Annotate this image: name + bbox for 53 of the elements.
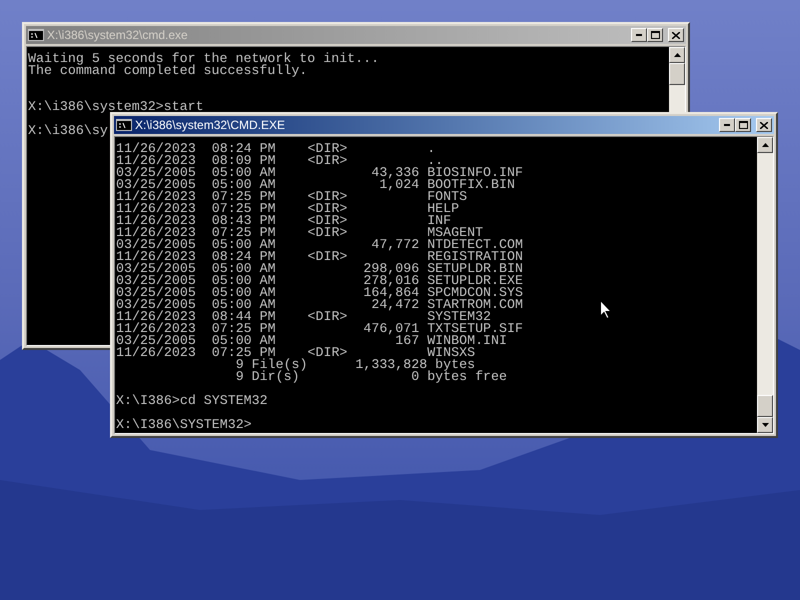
down-arrow-icon (762, 423, 768, 427)
minimize-button[interactable] (631, 28, 647, 42)
console-line: 03/25/2005 05:00 AM 24,472 STARTROM.COM (116, 299, 523, 311)
scroll-down-button[interactable] (757, 417, 773, 433)
minimize-icon (724, 124, 730, 126)
close-icon (760, 122, 768, 128)
maximize-icon (650, 31, 660, 39)
console-line: 9 Dir(s) 0 bytes free (234, 371, 507, 383)
console-line: 11/26/2023 08:44 PM <DIR> SYSTEM32 (116, 311, 492, 323)
close-button[interactable] (756, 118, 772, 132)
console-line: X:\I386>cd SYSTEM32 (116, 395, 268, 407)
minimize-icon (636, 34, 642, 36)
console-line: 11/26/2023 07:25 PM 476,071 TXTSETUP.SIF (116, 323, 523, 335)
console-line: 11/26/2023 07:25 PM <DIR> WINSXS (116, 347, 476, 359)
console-line: 03/25/2005 05:00 AM 298,096 SETUPLDR.BIN (116, 263, 523, 275)
console-line: 11/26/2023 08:24 PM <DIR> . (116, 143, 436, 155)
maximize-button[interactable] (735, 118, 751, 132)
console-icon (116, 119, 132, 131)
console-line: 03/25/2005 05:00 AM 43,336 BIOSINFO.INF (116, 167, 523, 179)
window-title: X:\i386\system32\cmd.exe (47, 28, 189, 42)
console-line: X:\I386\SYSTEM32> (116, 419, 252, 431)
console-line: 03/25/2005 05:00 AM 1,024 BOOTFIX.BIN (116, 179, 515, 191)
console-line: 11/26/2023 07:25 PM <DIR> MSAGENT (116, 227, 484, 239)
maximize-icon (738, 121, 748, 129)
scroll-thumb[interactable] (757, 395, 773, 417)
window-title: X:\i386\system32\CMD.EXE (135, 118, 286, 132)
scroll-up-button[interactable] (757, 137, 773, 153)
console-line: X:\i386\system32>start (28, 101, 204, 113)
console-line: 03/25/2005 05:00 AM 278,016 SETUPLDR.EXE (116, 275, 523, 287)
scroll-thumb[interactable] (669, 63, 685, 85)
console-line: 11/26/2023 08:24 PM <DIR> REGISTRATION (116, 251, 523, 263)
scrollbar[interactable] (757, 137, 773, 433)
console-icon (28, 29, 44, 41)
console-line: 9 File(s) 1,333,828 bytes (234, 359, 476, 371)
console-line: 11/26/2023 07:25 PM <DIR> FONTS (116, 191, 468, 203)
console-line: Waiting 5 seconds for the network to init... (28, 53, 380, 65)
maximize-button[interactable] (647, 28, 663, 42)
console-line: 03/25/2005 05:00 AM 167 WINBOM.INI (116, 335, 507, 347)
console-line: 03/25/2005 05:00 AM 47,772 NTDETECT.COM (116, 239, 523, 251)
console-line: 03/25/2005 05:00 AM 164,864 SPCMDCON.SYS (116, 287, 523, 299)
minimize-button[interactable] (719, 118, 735, 132)
mouse-pointer-icon (600, 300, 612, 319)
up-arrow-icon (762, 143, 768, 147)
close-icon (672, 32, 680, 38)
console-line: 11/26/2023 08:09 PM <DIR> .. (116, 155, 444, 167)
title-bar[interactable]: X:\i386\system32\CMD.EXE (114, 116, 774, 134)
console-line: 11/26/2023 08:43 PM <DIR> INF (116, 215, 452, 227)
console-line: X:\i386\sy (28, 125, 108, 137)
scroll-up-button[interactable] (669, 47, 685, 63)
close-button[interactable] (668, 28, 684, 42)
console-line: 11/26/2023 07:25 PM <DIR> HELP (116, 203, 460, 215)
console-line: The command completed successfully. (28, 65, 308, 77)
up-arrow-icon (674, 53, 680, 57)
